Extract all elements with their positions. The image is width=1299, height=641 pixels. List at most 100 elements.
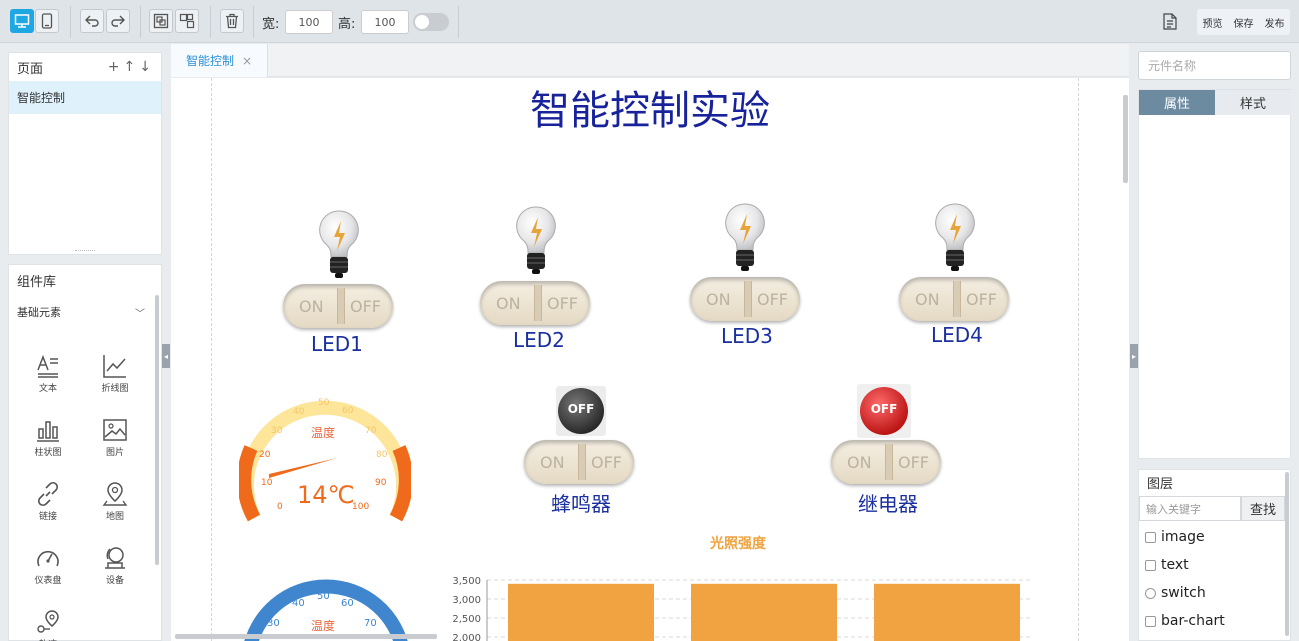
group-button[interactable] bbox=[149, 9, 173, 33]
gauge-tick: 20 bbox=[259, 450, 271, 460]
bar[interactable] bbox=[874, 583, 1020, 641]
led4-bulb-icon[interactable] bbox=[933, 202, 977, 272]
layer-item-switch[interactable]: switch bbox=[1145, 583, 1206, 603]
component-track[interactable]: 轨迹 bbox=[23, 609, 73, 641]
height-label: 高: bbox=[338, 17, 356, 32]
redo-button[interactable] bbox=[106, 9, 130, 33]
collapse-right-handle[interactable]: ▸ bbox=[1130, 344, 1138, 368]
led3-bulb-icon[interactable] bbox=[723, 202, 767, 272]
gauge-tick: 60 bbox=[342, 406, 354, 416]
undo-button[interactable] bbox=[80, 9, 104, 33]
grid-toggle[interactable] bbox=[413, 13, 449, 31]
layer-search-input[interactable]: 输入关键字 bbox=[1139, 496, 1241, 521]
component-link[interactable]: 链接 bbox=[23, 481, 73, 522]
tab-properties[interactable]: 属性 bbox=[1139, 90, 1215, 115]
component-line-chart[interactable]: 折线图 bbox=[90, 353, 140, 394]
save-button[interactable]: 保存 bbox=[1234, 15, 1254, 30]
switch-off-label: OFF bbox=[350, 296, 381, 316]
publish-button[interactable]: 发布 bbox=[1265, 15, 1285, 30]
layers-scrollbar[interactable] bbox=[1285, 472, 1289, 636]
mobile-view-button[interactable] bbox=[35, 9, 59, 33]
led2-switch[interactable]: ON OFF bbox=[480, 281, 590, 325]
bar-chart-icon bbox=[1145, 615, 1156, 627]
led1-label[interactable]: LED1 bbox=[311, 332, 363, 356]
led1-bulb-icon[interactable] bbox=[317, 209, 361, 279]
gauge-title: 温度 bbox=[311, 426, 336, 440]
gauge-tick: 50 bbox=[318, 398, 330, 408]
component-library-panel: 组件库 基础元素 ﹀ 文本 折线图 柱状图 图片 链接 地图 仪表盘 设备 bbox=[8, 264, 162, 641]
toggle-knob bbox=[415, 15, 429, 29]
add-page-icon[interactable]: + bbox=[108, 59, 124, 75]
layer-item-text[interactable]: text bbox=[1145, 555, 1189, 575]
tab-label: 智能控制 bbox=[185, 54, 234, 68]
led2-bulb-icon[interactable] bbox=[514, 205, 558, 275]
desktop-view-button[interactable] bbox=[10, 9, 34, 33]
layer-item-bar-chart[interactable]: bar-chart bbox=[1145, 611, 1225, 631]
component-gauge[interactable]: 仪表盘 bbox=[23, 545, 73, 586]
led1-switch[interactable]: ON OFF bbox=[283, 284, 393, 328]
power-icon bbox=[1145, 587, 1156, 599]
switch-on-label: ON bbox=[540, 452, 565, 472]
light-bar-chart[interactable]: 3,500 3,000 2,500 2,000 bbox=[447, 572, 1047, 641]
component-bar-chart[interactable]: 柱状图 bbox=[23, 417, 73, 458]
move-up-icon[interactable]: ↑ bbox=[124, 59, 140, 75]
led2-label[interactable]: LED2 bbox=[513, 328, 565, 352]
tab-smart-control[interactable]: 智能控制 × bbox=[171, 44, 268, 77]
editor-tabs: 智能控制 × bbox=[171, 44, 1129, 77]
move-down-icon[interactable]: ↓ bbox=[139, 59, 155, 75]
bar[interactable] bbox=[508, 583, 654, 641]
chart-title: 光照强度 bbox=[710, 536, 766, 552]
design-canvas[interactable]: 智能控制实验 ON OFF ON OFF ON OFF ON OFF LED1 bbox=[171, 78, 1129, 641]
component-label: 地图 bbox=[105, 512, 124, 522]
image-icon bbox=[103, 419, 127, 441]
buzzer-status-button[interactable]: OFF bbox=[556, 386, 606, 436]
toolbar: 宽: 100 高: 100 预览 保存 发布 bbox=[0, 0, 1299, 43]
component-map[interactable]: 地图 bbox=[90, 481, 140, 522]
canvas-horizontal-scrollbar[interactable] bbox=[175, 634, 437, 639]
ungroup-button[interactable] bbox=[175, 9, 199, 33]
delete-button[interactable] bbox=[220, 9, 244, 33]
ungroup-icon bbox=[179, 13, 195, 29]
collapse-left-handle[interactable]: ◂ bbox=[162, 344, 170, 368]
layer-item-image[interactable]: image bbox=[1145, 527, 1205, 547]
width-input[interactable]: 100 bbox=[285, 10, 333, 34]
bar[interactable] bbox=[691, 583, 837, 641]
layers-panel: 图层 输入关键字 查找 image text switch bar-chart bbox=[1138, 469, 1291, 641]
layer-label: text bbox=[1161, 557, 1189, 573]
tab-close-icon[interactable]: × bbox=[242, 54, 252, 68]
buzzer-switch[interactable]: ON OFF bbox=[524, 440, 634, 484]
tab-style[interactable]: 样式 bbox=[1215, 90, 1291, 115]
page-item[interactable]: 智能控制 bbox=[9, 81, 161, 114]
gauge-tick: 10 bbox=[261, 478, 273, 488]
canvas-vertical-scrollbar[interactable] bbox=[1123, 95, 1128, 183]
relay-status-button[interactable]: OFF bbox=[857, 384, 911, 438]
component-text[interactable]: 文本 bbox=[23, 353, 73, 394]
gauge-tick: 70 bbox=[365, 426, 377, 436]
height-input[interactable]: 100 bbox=[361, 10, 409, 34]
gauge-tick: 70 bbox=[364, 618, 377, 629]
switch-off-label: OFF bbox=[757, 289, 788, 309]
gauge-tick: 0 bbox=[277, 502, 283, 512]
resize-handle[interactable] bbox=[75, 250, 95, 252]
page-title[interactable]: 智能控制实验 bbox=[171, 78, 1129, 136]
relay-switch[interactable]: ON OFF bbox=[831, 440, 941, 484]
relay-label[interactable]: 继电器 bbox=[858, 488, 918, 517]
switch-off-label: OFF bbox=[898, 452, 929, 472]
layer-label: image bbox=[1161, 529, 1205, 545]
led3-switch[interactable]: ON OFF bbox=[690, 277, 800, 321]
preview-button[interactable]: 预览 bbox=[1203, 15, 1223, 30]
buzzer-label[interactable]: 蜂鸣器 bbox=[551, 488, 611, 517]
component-image[interactable]: 图片 bbox=[90, 417, 140, 458]
led4-switch[interactable]: ON OFF bbox=[899, 277, 1009, 321]
library-title: 组件库 bbox=[17, 274, 57, 290]
pages-panel: 页面 +↑↓ 智能控制 bbox=[8, 52, 162, 255]
led3-label[interactable]: LED3 bbox=[721, 324, 773, 348]
library-scrollbar[interactable] bbox=[155, 295, 159, 565]
category-dropdown[interactable]: 基础元素 ﹀ bbox=[9, 295, 161, 329]
component-device[interactable]: 设备 bbox=[90, 545, 140, 586]
document-icon[interactable] bbox=[1163, 13, 1177, 30]
link-icon bbox=[37, 481, 59, 507]
led4-label[interactable]: LED4 bbox=[931, 323, 983, 347]
layer-search-button[interactable]: 查找 bbox=[1241, 496, 1285, 521]
component-name-input[interactable]: 元件名称 bbox=[1138, 51, 1291, 80]
